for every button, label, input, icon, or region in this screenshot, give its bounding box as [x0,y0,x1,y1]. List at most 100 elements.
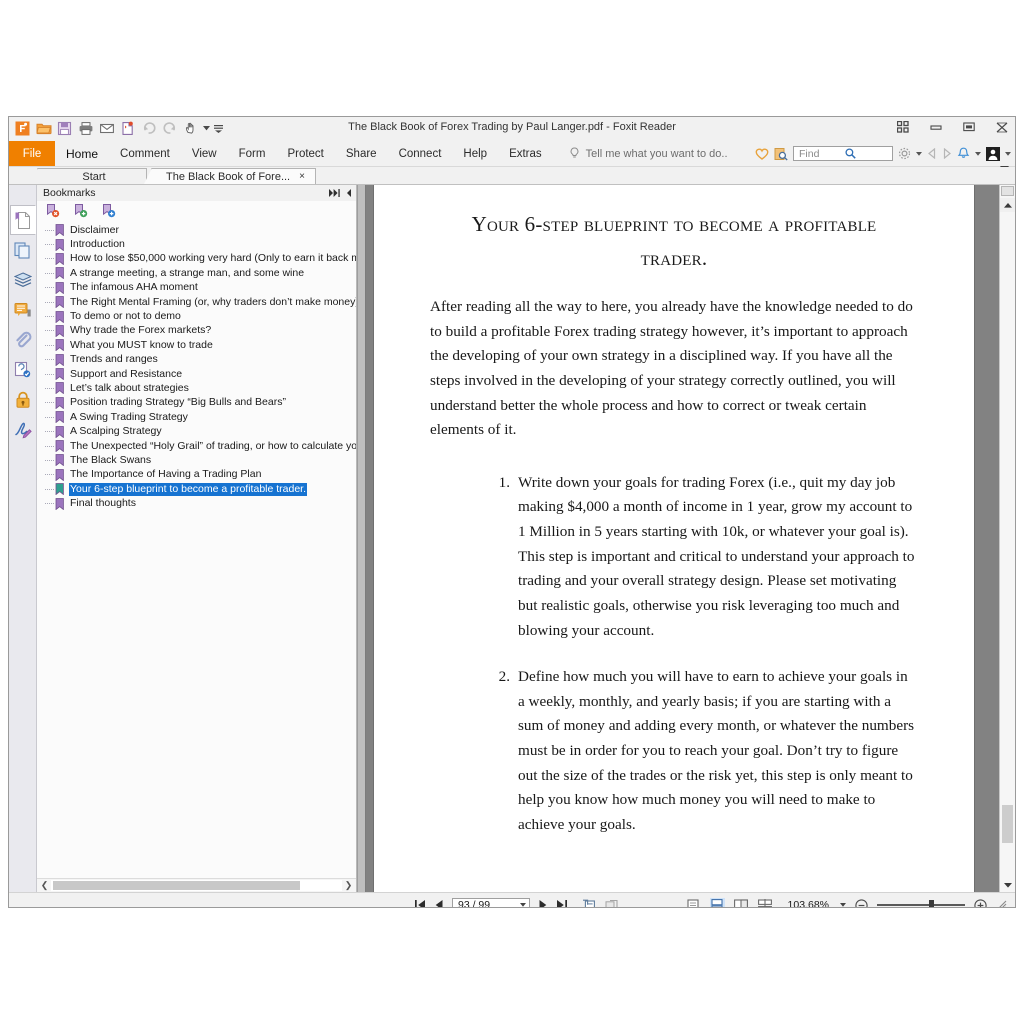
gear-icon[interactable] [898,147,911,160]
stamps-icon[interactable] [10,355,36,385]
bookmark-item[interactable]: A Swing Trading Strategy [37,410,356,424]
tab-view[interactable]: View [181,141,228,166]
bookmark-item[interactable]: To demo or not to demo [37,309,356,323]
page-dropdown-icon[interactable] [520,903,526,907]
bookmark-item[interactable]: Your 6-step blueprint to become a profit… [37,482,356,496]
next-page-icon[interactable] [539,900,547,907]
tab-form[interactable]: Form [228,141,277,166]
layers-icon[interactable] [10,265,36,295]
bookmark-item[interactable]: The infamous AHA moment [37,281,356,295]
account-dropdown-icon[interactable] [1005,151,1011,156]
comments-icon[interactable] [10,295,36,325]
bookmark-item[interactable]: Introduction [37,237,356,251]
scroll-down-icon[interactable] [1000,878,1015,892]
redo-icon[interactable] [160,119,179,138]
hand-tool-icon[interactable] [181,119,200,138]
tab-home[interactable]: Home [55,141,109,166]
continuous-scroll-view-icon[interactable] [709,897,725,907]
bookmark-item[interactable]: Disclaimer [37,223,356,237]
attachments-icon[interactable] [10,325,36,355]
digital-signature-icon[interactable] [10,415,36,445]
rotate-view-icon[interactable] [605,899,619,907]
bell-dropdown-icon[interactable] [975,151,981,156]
qat-dropdown-icon[interactable] [202,119,211,138]
tab-comment[interactable]: Comment [109,141,181,166]
tab-extras[interactable]: Extras [498,141,553,166]
undo-icon[interactable] [139,119,158,138]
print-icon[interactable] [76,119,95,138]
bookmark-item[interactable]: The Unexpected “Holy Grail” of trading, … [37,439,356,453]
bookmark-item[interactable]: Trends and ranges [37,353,356,367]
resize-grip-icon[interactable] [996,900,1007,907]
last-page-icon[interactable] [556,900,567,907]
scroll-up-icon[interactable] [1000,198,1015,212]
bookmark-item[interactable]: The Importance of Having a Trading Plan [37,468,356,482]
zoom-out-icon[interactable] [855,898,868,907]
heart-icon[interactable] [755,147,769,161]
account-icon[interactable] [986,146,1000,161]
gear-dropdown-icon[interactable] [916,151,922,156]
bookmark-item[interactable]: The Right Mental Framing (or, why trader… [37,295,356,309]
zoom-slider[interactable] [877,899,965,907]
bookmark-item[interactable]: Position trading Strategy “Big Bulls and… [37,396,356,410]
page-thumbnails-icon[interactable] [10,235,36,265]
bookmark-item[interactable]: A strange meeting, a strange man, and so… [37,266,356,280]
tab-file[interactable]: File [9,141,55,166]
scroll-right-icon[interactable]: ❯ [342,880,355,891]
new-bookmark-icon[interactable] [102,204,116,218]
tell-me-search[interactable]: Tell me what you want to do.. [569,141,728,166]
bookmarks-panel-icon[interactable] [9,205,36,235]
collapse-panel-icon[interactable] [346,189,352,197]
tab-help[interactable]: Help [452,141,498,166]
bookmark-item[interactable]: Support and Resistance [37,367,356,381]
add-bookmark-icon[interactable] [74,204,88,218]
close-icon[interactable] [995,120,1009,134]
bookmark-item[interactable]: How to lose $50,000 working very hard (O… [37,252,356,266]
tab-connect[interactable]: Connect [388,141,453,166]
bell-icon[interactable] [957,147,970,160]
customize-qat-icon[interactable] [213,119,224,138]
hscroll-thumb[interactable] [53,881,301,890]
scroll-left-icon[interactable]: ❮ [38,880,51,891]
next-view-icon[interactable] [942,148,952,159]
bookmark-item[interactable]: What you MUST know to trade [37,338,356,352]
facing-page-view-icon[interactable] [734,898,749,907]
first-page-icon[interactable] [415,900,426,907]
document-viewport[interactable]: Your 6-step blueprint to become a profit… [366,185,1015,892]
expand-panel-icon[interactable] [329,189,340,197]
save-icon[interactable] [55,119,74,138]
page-number-input[interactable]: 93 / 99 [452,897,530,907]
bookmark-item[interactable]: The Black Swans [37,453,356,467]
fit-page-icon[interactable] [582,899,596,907]
zoom-in-icon[interactable] [974,898,987,907]
previous-page-icon[interactable] [435,900,443,907]
panel-splitter[interactable] [357,185,366,892]
bookmarks-horizontal-scrollbar[interactable]: ❮ ❯ [37,878,356,892]
vscroll-thumb[interactable] [1002,805,1013,843]
bookmark-item[interactable]: Let’s talk about strategies [37,381,356,395]
single-page-view-icon[interactable] [686,898,701,907]
search-document-icon[interactable] [774,147,788,161]
security-lock-icon[interactable] [10,385,36,415]
bookmark-item[interactable]: A Scalping Strategy [37,424,356,438]
document-vertical-scrollbar[interactable] [999,185,1015,892]
zoom-slider-knob[interactable] [929,900,934,907]
create-pdf-icon[interactable] [118,119,137,138]
tab-share[interactable]: Share [335,141,388,166]
search-icon[interactable] [844,148,891,159]
restore-grid-icon[interactable] [896,120,910,134]
email-icon[interactable] [97,119,116,138]
bookmark-list[interactable]: Disclaimer Introduction How to lose $50,00… [37,221,356,878]
bookmark-item[interactable]: Final thoughts [37,496,356,510]
find-input[interactable]: Find [793,146,893,161]
zoom-dropdown-icon[interactable] [840,903,846,907]
delete-bookmark-icon[interactable] [46,204,60,218]
tab-protect[interactable]: Protect [276,141,334,166]
hscroll-track[interactable] [51,880,342,891]
bookmark-item[interactable]: Why trade the Forex markets? [37,324,356,338]
previous-view-icon[interactable] [927,148,937,159]
split-view-icon[interactable] [758,898,773,907]
tab-document[interactable]: The Black Book of Fore... × [144,168,316,184]
minimize-icon[interactable] [929,120,943,134]
tab-close-icon[interactable]: × [299,171,305,182]
